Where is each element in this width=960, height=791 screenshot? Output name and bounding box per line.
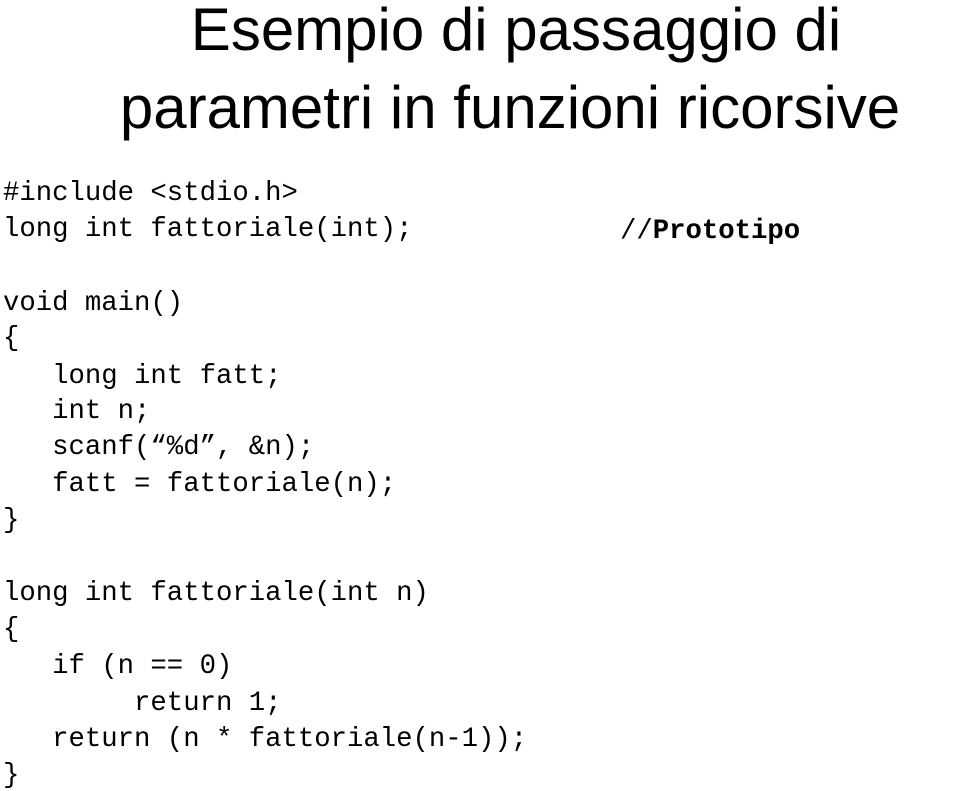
code-line: { — [3, 614, 20, 645]
code-line: return (n * fattoriale(n-1)); — [3, 724, 528, 755]
code-line: void main() — [3, 288, 184, 319]
code-line: long int fattoriale(int n) — [3, 578, 429, 609]
code-line: { — [3, 323, 20, 354]
prototype-comment: //Prototipo — [620, 216, 800, 247]
code-line: long int fattoriale(int); — [3, 214, 413, 245]
code-line: } — [3, 760, 20, 791]
code-line: scanf(“%d”, &n); — [3, 432, 315, 463]
code-line: fatt = fattoriale(n); — [3, 469, 397, 500]
slide-title-line-2: parametri in funzioni ricorsive — [119, 74, 901, 141]
code-line: long int fatt; — [3, 361, 282, 392]
comment-prefix: // — [620, 216, 653, 247]
code-line: #include <stdio.h> — [3, 178, 298, 209]
slide-title-line-1: Esempio di passaggio di — [190, 0, 842, 63]
code-line: } — [3, 505, 20, 536]
comment-text: Prototipo — [652, 216, 801, 247]
code-line: int n; — [3, 396, 151, 427]
code-line: if (n == 0) — [3, 651, 233, 682]
code-line: return 1; — [3, 688, 282, 719]
